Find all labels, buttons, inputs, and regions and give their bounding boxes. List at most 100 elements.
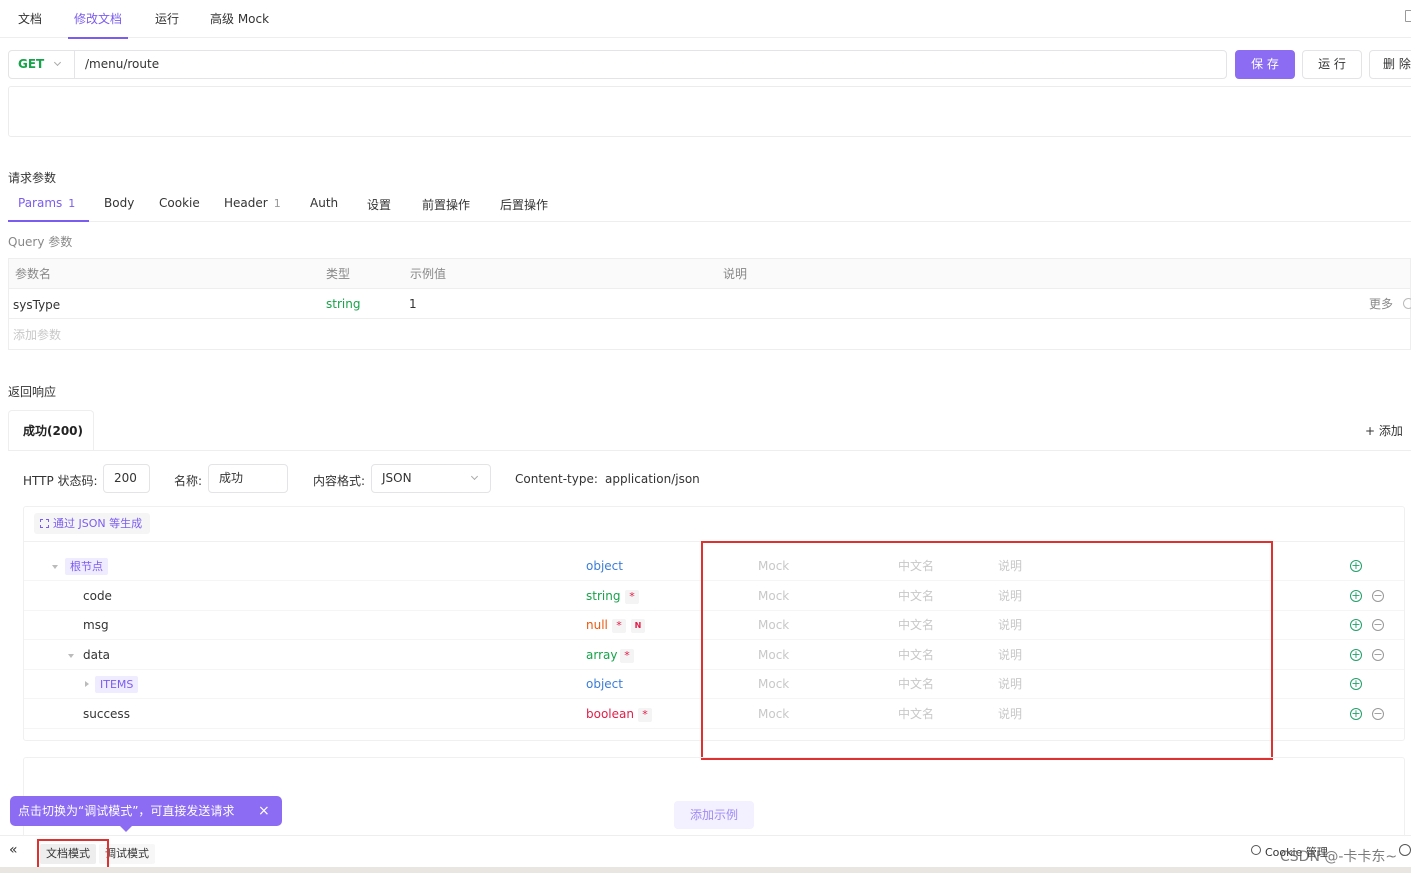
method-label: GET [18,57,45,71]
content-type-label: Content-type: [515,472,598,486]
method-select[interactable]: GET [9,51,75,78]
field-name[interactable]: success [83,700,130,729]
tab-auth[interactable]: Auth [310,196,338,210]
tooltip-text: 点击切换为“调试模式”，可直接发送请求 [18,804,235,818]
field-type[interactable]: string [586,582,620,611]
response-title: 返回响应 [8,385,57,399]
tab-edit-doc[interactable]: 修改文档 [67,10,129,39]
generate-from-json-label: 通过 JSON 等生成 [53,517,143,530]
close-icon[interactable]: × [258,796,270,826]
param-example[interactable]: 1 [409,289,417,319]
response-tab-success[interactable]: 成功(200) [8,410,94,450]
remove-field-icon[interactable]: − [1372,708,1384,720]
required-icon[interactable]: * [625,590,639,604]
required-icon[interactable]: * [612,619,626,633]
col-type: 类型 [326,267,351,281]
add-sibling-icon[interactable]: + [1350,708,1362,720]
response-name-label: 名称: [174,474,203,488]
remove-field-icon[interactable]: − [1372,649,1384,661]
tooltip-arrow [120,826,132,832]
window-icon[interactable] [1405,10,1411,22]
more-link[interactable]: 更多 [1369,289,1393,319]
expand-triangle-icon[interactable] [85,681,89,687]
collapse-triangle-icon[interactable] [52,565,58,569]
tab-params-count: 1 [68,197,76,210]
description-editor[interactable] [8,86,1411,137]
required-icon[interactable]: * [638,708,652,722]
col-example: 示例值 [410,267,447,281]
tab-run[interactable]: 运行 [155,10,179,27]
scan-icon [40,519,49,528]
minus-circle-icon[interactable] [1403,298,1411,309]
debug-mode-tooltip: 点击切换为“调试模式”，可直接发送请求 × [10,796,282,826]
status-code-label: HTTP 状态码: [23,474,98,488]
annotation-highlight-box [701,541,1273,760]
field-type[interactable]: array [586,641,617,670]
top-tab-bar: 文档 修改文档 运行 高级 Mock [0,0,1411,39]
annotation-highlight-box [37,839,109,869]
tab-post-ops[interactable]: 后置操作 [500,196,548,213]
chevron-down-icon [53,58,62,67]
url-bar: GET /menu/route [8,50,1227,79]
content-format-select[interactable]: JSON [371,464,491,493]
field-name[interactable]: 根节点 [65,558,108,575]
cookie-icon [1251,845,1261,855]
status-code-input[interactable]: 200 [103,464,150,493]
col-desc: 说明 [723,267,748,281]
tab-doc[interactable]: 文档 [18,10,42,27]
url-input[interactable]: /menu/route [85,51,159,78]
tab-settings[interactable]: 设置 [367,196,391,213]
nullable-icon[interactable]: N [631,619,645,633]
field-type[interactable]: object [586,552,623,581]
query-params-label: Query 参数 [8,235,73,249]
required-icon[interactable]: * [620,649,634,663]
add-sibling-icon[interactable]: + [1350,590,1362,602]
collapse-triangle-icon[interactable] [68,654,74,658]
field-name[interactable]: ITEMS [95,676,139,693]
param-type[interactable]: string [326,289,360,319]
add-sibling-icon[interactable]: + [1350,619,1362,631]
response-tab-divider [8,450,1411,451]
tab-advanced-mock[interactable]: 高级 Mock [210,10,269,27]
field-type[interactable]: object [586,670,623,699]
tab-body[interactable]: Body [104,196,134,210]
add-response-button[interactable]: + 添加 [1365,422,1403,439]
chevron-down-icon [470,472,479,481]
tab-header-count: 1 [273,197,281,210]
param-name[interactable]: sysType [13,290,60,320]
tab-params[interactable]: Params 1 [18,196,75,210]
response-name-input[interactable]: 成功 [208,464,288,493]
add-child-icon[interactable]: + [1350,678,1362,690]
generate-from-json-button[interactable]: 通过 JSON 等生成 [34,513,150,534]
run-button[interactable]: 运 行 [1302,50,1362,79]
content-format-value: JSON [382,471,412,485]
save-button[interactable]: 保 存 [1235,50,1295,79]
remove-field-icon[interactable]: − [1372,619,1384,631]
add-param-input[interactable]: 添加参数 [13,320,61,350]
delete-button[interactable]: 删 除 [1369,50,1411,79]
field-name[interactable]: data [83,641,110,670]
add-example-button[interactable]: 添加示例 [674,801,754,829]
tab-header[interactable]: Header 1 [224,196,281,210]
field-type[interactable]: boolean [586,700,634,729]
request-params-title: 请求参数 [8,171,57,185]
add-sibling-icon[interactable]: + [1350,649,1362,661]
add-child-icon[interactable]: + [1350,560,1362,572]
col-name: 参数名 [15,267,52,281]
remove-field-icon[interactable]: − [1372,590,1384,602]
tab-params-label: Params [18,196,63,210]
bottom-edge [0,867,1411,873]
tab-header-label: Header [224,196,268,210]
field-type[interactable]: null [586,611,608,640]
help-icon[interactable] [1399,844,1411,856]
table-row: sysType string 1 更多 [9,289,1411,320]
field-name[interactable]: code [83,582,112,611]
table-header: 参数名 类型 示例值 说明 [9,259,1410,289]
query-params-table: 参数名 类型 示例值 说明 sysType string 1 更多 添加参数 [8,258,1411,350]
field-name[interactable]: msg [83,611,109,640]
tab-cookie[interactable]: Cookie [159,196,200,210]
content-type-value: application/json [605,472,700,486]
collapse-sidebar-icon[interactable]: « [9,842,18,858]
tab-pre-ops[interactable]: 前置操作 [422,196,470,213]
watermark: CSDN @-卡卡东~ [1280,849,1398,865]
